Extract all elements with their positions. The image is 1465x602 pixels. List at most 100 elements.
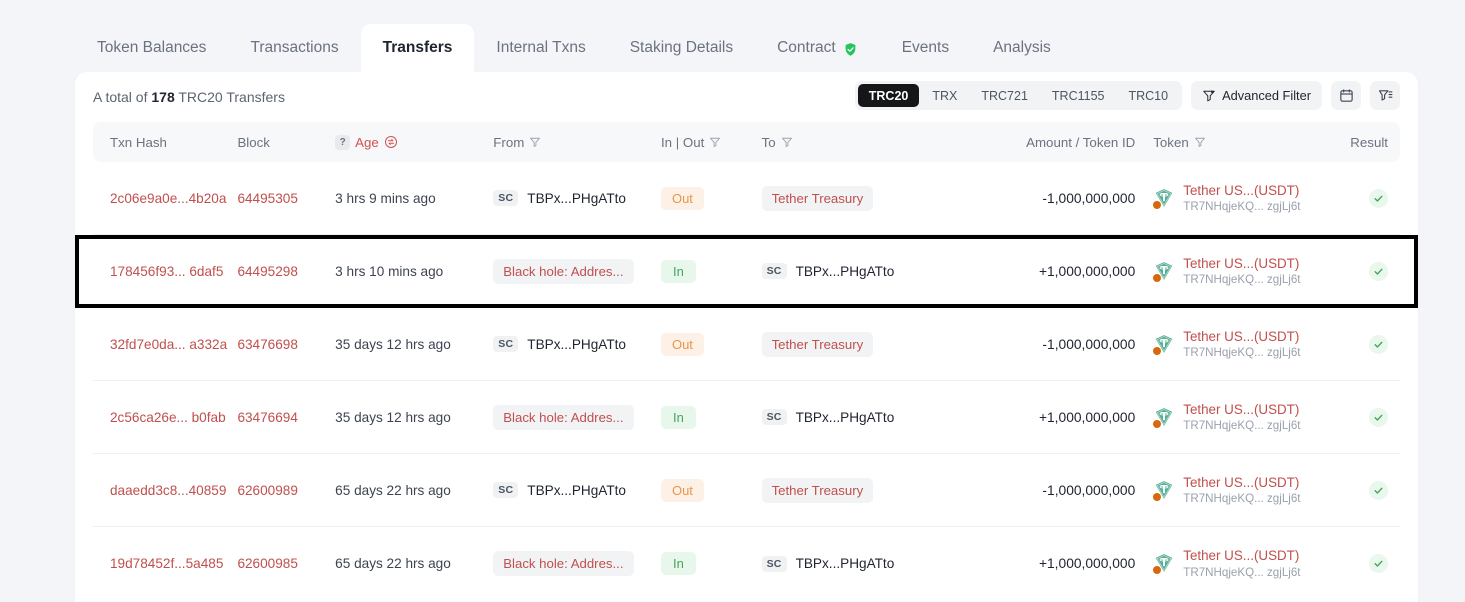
block-link[interactable]: 63476694	[237, 410, 297, 425]
address-tag[interactable]: Tether Treasury	[762, 478, 874, 503]
advanced-filter-button[interactable]: Advanced Filter	[1191, 81, 1322, 110]
direction-badge: In	[661, 406, 696, 429]
token-cell: Tether US...(USDT)TR7NHqjeKQ... zgjLj6t	[1153, 474, 1300, 507]
segment-trc721[interactable]: TRC721	[970, 84, 1039, 107]
help-icon[interactable]: ?	[335, 135, 350, 150]
address-tag[interactable]: Tether Treasury	[762, 332, 874, 357]
table-row[interactable]: 32fd7e0da... a332a6347669835 days 12 hrs…	[93, 308, 1400, 381]
to-cell: Tether Treasury	[762, 332, 954, 357]
tab-internal-txns[interactable]: Internal Txns	[474, 24, 607, 72]
from-cell: Black hole: Addres...	[493, 551, 661, 576]
token-name-link[interactable]: Tether US...(USDT)	[1183, 401, 1300, 419]
total-count: 178	[151, 89, 174, 105]
header-to[interactable]: To	[762, 135, 954, 150]
result-cell	[1328, 335, 1400, 354]
filter-list-icon	[1378, 88, 1393, 103]
block-link[interactable]: 64495298	[237, 264, 297, 279]
txn-hash-link[interactable]: 2c06e9a0e...4b20a	[110, 191, 226, 206]
tab-staking-details[interactable]: Staking Details	[608, 24, 755, 72]
filter-funnel-icon[interactable]	[1194, 136, 1206, 148]
token-contract-address[interactable]: TR7NHqjeKQ... zgjLj6t	[1183, 491, 1300, 506]
header-age[interactable]: ? Age	[335, 135, 493, 150]
token-name-link[interactable]: Tether US...(USDT)	[1183, 182, 1300, 200]
token-name-link[interactable]: Tether US...(USDT)	[1183, 328, 1300, 346]
header-result: Result	[1328, 135, 1400, 150]
filter-funnel-icon[interactable]	[781, 136, 793, 148]
from-cell: SCTBPx...PHgATto	[493, 336, 661, 352]
success-check-icon	[1369, 481, 1388, 500]
token-name-link[interactable]: Tether US...(USDT)	[1183, 255, 1300, 273]
tab-events[interactable]: Events	[880, 24, 971, 72]
token-contract-address[interactable]: TR7NHqjeKQ... zgjLj6t	[1183, 199, 1300, 214]
smart-contract-badge: SC	[493, 482, 518, 498]
tab-token-balances[interactable]: Token Balances	[75, 24, 228, 72]
address-tag[interactable]: Black hole: Addres...	[493, 551, 633, 576]
token-contract-address[interactable]: TR7NHqjeKQ... zgjLj6t	[1183, 345, 1300, 360]
calendar-button[interactable]	[1331, 81, 1361, 110]
block-link[interactable]: 63476698	[237, 337, 297, 352]
address-text[interactable]: TBPx...PHgATto	[527, 337, 626, 352]
block-link[interactable]: 64495305	[237, 191, 297, 206]
table-row[interactable]: 178456f93... 6daf5644952983 hrs 10 mins …	[93, 235, 1400, 308]
address-tag[interactable]: Tether Treasury	[762, 186, 874, 211]
swap-circle-icon[interactable]	[384, 135, 398, 149]
token-cell: Tether US...(USDT)TR7NHqjeKQ... zgjLj6t	[1153, 182, 1300, 215]
table-row[interactable]: daaedd3c8...408596260098965 days 22 hrs …	[93, 454, 1400, 527]
segment-trc1155[interactable]: TRC1155	[1041, 84, 1116, 107]
filter-funnel-icon[interactable]	[709, 136, 721, 148]
block-link[interactable]: 62600985	[237, 556, 297, 571]
txn-hash-link[interactable]: 19d78452f...5a485	[110, 556, 223, 571]
direction-badge: In	[661, 552, 696, 575]
address-tag[interactable]: Black hole: Addres...	[493, 405, 633, 430]
tab-contract[interactable]: Contract	[755, 24, 880, 72]
success-check-icon	[1369, 189, 1388, 208]
txn-hash-link[interactable]: daaedd3c8...40859	[110, 483, 226, 498]
segment-trc20[interactable]: TRC20	[858, 84, 920, 107]
address-text[interactable]: TBPx...PHgATto	[796, 556, 895, 571]
token-name-link[interactable]: Tether US...(USDT)	[1183, 547, 1300, 565]
tether-logo-icon	[1153, 333, 1175, 355]
address-text[interactable]: TBPx...PHgATto	[527, 191, 626, 206]
token-cell: Tether US...(USDT)TR7NHqjeKQ... zgjLj6t	[1153, 255, 1300, 288]
table-row[interactable]: 2c56ca26e... b0fab6347669435 days 12 hrs…	[93, 381, 1400, 454]
tab-transactions[interactable]: Transactions	[228, 24, 360, 72]
address-text[interactable]: TBPx...PHgATto	[527, 483, 626, 498]
txn-hash-link[interactable]: 178456f93... 6daf5	[110, 264, 223, 279]
amount-text: +1,000,000,000	[1039, 410, 1135, 425]
address-text[interactable]: TBPx...PHgATto	[796, 264, 895, 279]
total-suffix: TRC20 Transfers	[178, 89, 285, 105]
from-cell: Black hole: Addres...	[493, 259, 661, 284]
table-row[interactable]: 2c06e9a0e...4b20a 64495305 3 hrs 9 mins ag…	[93, 162, 1400, 235]
tab-analysis[interactable]: Analysis	[971, 24, 1073, 72]
header-amount: Amount / Token ID	[953, 135, 1135, 150]
filter-list-button[interactable]	[1370, 81, 1400, 110]
txn-hash-link[interactable]: 2c56ca26e... b0fab	[110, 410, 226, 425]
direction-cell: In	[661, 260, 762, 283]
age-text: 3 hrs 9 mins ago	[335, 191, 436, 206]
smart-contract-badge: SC	[762, 556, 787, 572]
from-cell: SC TBPx...PHgATto	[493, 482, 661, 498]
amount-text: +1,000,000,000	[1039, 264, 1135, 279]
advanced-filter-label: Advanced Filter	[1222, 88, 1311, 103]
token-contract-address[interactable]: TR7NHqjeKQ... zgjLj6t	[1183, 418, 1300, 433]
segment-trc10[interactable]: TRC10	[1117, 84, 1179, 107]
address-text[interactable]: TBPx...PHgATto	[796, 410, 895, 425]
header-in-out[interactable]: In | Out	[661, 135, 762, 150]
table-row[interactable]: 19d78452f...5a485 62600985 65 days 22 hrs …	[93, 527, 1400, 600]
block-link[interactable]: 62600989	[237, 483, 297, 498]
filter-funnel-icon[interactable]	[529, 136, 541, 148]
header-token[interactable]: Token	[1135, 135, 1327, 150]
tab-transfers[interactable]: Transfers	[361, 24, 475, 72]
token-name-link[interactable]: Tether US...(USDT)	[1183, 474, 1300, 492]
address-tag[interactable]: Black hole: Addres...	[493, 259, 633, 284]
age-text: 65 days 22 hrs ago	[335, 556, 451, 571]
to-cell: SCTBPx...PHgATto	[762, 263, 954, 279]
header-from[interactable]: From	[493, 135, 661, 150]
token-contract-address[interactable]: TR7NHqjeKQ... zgjLj6t	[1183, 272, 1300, 287]
segment-trx[interactable]: TRX	[921, 84, 968, 107]
header-txn-hash: Txn Hash	[93, 135, 237, 150]
token-contract-address[interactable]: TR7NHqjeKQ... zgjLj6t	[1183, 565, 1300, 580]
result-cell	[1328, 262, 1400, 281]
txn-hash-link[interactable]: 32fd7e0da... a332a	[110, 337, 227, 352]
smart-contract-badge: SC	[762, 409, 787, 425]
